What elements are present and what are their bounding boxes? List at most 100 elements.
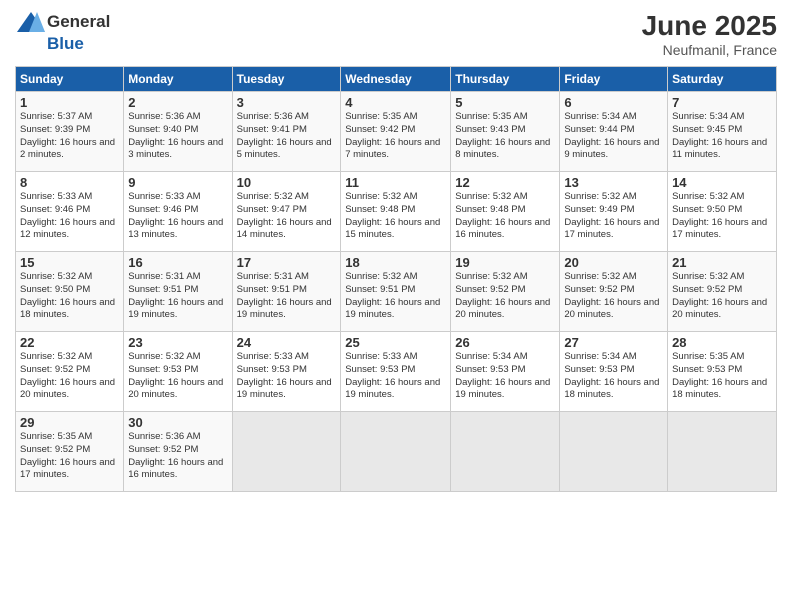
calendar-week-row: 8Sunrise: 5:33 AM Sunset: 9:46 PM Daylig… <box>16 172 777 252</box>
calendar-cell: 8Sunrise: 5:33 AM Sunset: 9:46 PM Daylig… <box>16 172 124 252</box>
weekday-header: Tuesday <box>232 67 341 92</box>
day-info: Sunrise: 5:31 AM Sunset: 9:51 PM Dayligh… <box>128 271 227 322</box>
day-info: Sunrise: 5:32 AM Sunset: 9:52 PM Dayligh… <box>20 351 119 402</box>
day-info: Sunrise: 5:35 AM Sunset: 9:42 PM Dayligh… <box>345 111 446 162</box>
day-number: 8 <box>20 175 119 190</box>
calendar-cell: 25Sunrise: 5:33 AM Sunset: 9:53 PM Dayli… <box>341 332 451 412</box>
calendar-cell: 22Sunrise: 5:32 AM Sunset: 9:52 PM Dayli… <box>16 332 124 412</box>
day-number: 30 <box>128 415 227 430</box>
calendar-week-row: 22Sunrise: 5:32 AM Sunset: 9:52 PM Dayli… <box>16 332 777 412</box>
calendar-cell: 10Sunrise: 5:32 AM Sunset: 9:47 PM Dayli… <box>232 172 341 252</box>
calendar-cell: 23Sunrise: 5:32 AM Sunset: 9:53 PM Dayli… <box>124 332 232 412</box>
weekday-header: Thursday <box>451 67 560 92</box>
day-number: 6 <box>564 95 663 110</box>
calendar-cell: 6Sunrise: 5:34 AM Sunset: 9:44 PM Daylig… <box>560 92 668 172</box>
calendar-body: 1Sunrise: 5:37 AM Sunset: 9:39 PM Daylig… <box>16 92 777 492</box>
calendar-cell: 5Sunrise: 5:35 AM Sunset: 9:43 PM Daylig… <box>451 92 560 172</box>
title-area: June 2025 Neufmanil, France <box>642 10 777 58</box>
weekday-header: Friday <box>560 67 668 92</box>
day-info: Sunrise: 5:33 AM Sunset: 9:53 PM Dayligh… <box>345 351 446 402</box>
day-info: Sunrise: 5:36 AM Sunset: 9:52 PM Dayligh… <box>128 431 227 482</box>
day-number: 29 <box>20 415 119 430</box>
month-title: June 2025 <box>642 10 777 42</box>
calendar-cell: 28Sunrise: 5:35 AM Sunset: 9:53 PM Dayli… <box>668 332 777 412</box>
calendar-week-row: 29Sunrise: 5:35 AM Sunset: 9:52 PM Dayli… <box>16 412 777 492</box>
calendar-cell: 21Sunrise: 5:32 AM Sunset: 9:52 PM Dayli… <box>668 252 777 332</box>
day-info: Sunrise: 5:32 AM Sunset: 9:49 PM Dayligh… <box>564 191 663 242</box>
day-number: 4 <box>345 95 446 110</box>
calendar-cell: 30Sunrise: 5:36 AM Sunset: 9:52 PM Dayli… <box>124 412 232 492</box>
location: Neufmanil, France <box>642 42 777 58</box>
calendar-cell: 1Sunrise: 5:37 AM Sunset: 9:39 PM Daylig… <box>16 92 124 172</box>
day-number: 3 <box>237 95 337 110</box>
logo-general: General <box>47 12 110 32</box>
calendar-cell: 7Sunrise: 5:34 AM Sunset: 9:45 PM Daylig… <box>668 92 777 172</box>
calendar-cell <box>341 412 451 492</box>
calendar-week-row: 1Sunrise: 5:37 AM Sunset: 9:39 PM Daylig… <box>16 92 777 172</box>
day-info: Sunrise: 5:32 AM Sunset: 9:51 PM Dayligh… <box>345 271 446 322</box>
day-number: 2 <box>128 95 227 110</box>
weekday-row: SundayMondayTuesdayWednesdayThursdayFrid… <box>16 67 777 92</box>
calendar-cell: 17Sunrise: 5:31 AM Sunset: 9:51 PM Dayli… <box>232 252 341 332</box>
day-info: Sunrise: 5:31 AM Sunset: 9:51 PM Dayligh… <box>237 271 337 322</box>
weekday-header: Saturday <box>668 67 777 92</box>
weekday-header: Monday <box>124 67 232 92</box>
calendar-week-row: 15Sunrise: 5:32 AM Sunset: 9:50 PM Dayli… <box>16 252 777 332</box>
calendar-cell: 12Sunrise: 5:32 AM Sunset: 9:48 PM Dayli… <box>451 172 560 252</box>
day-info: Sunrise: 5:33 AM Sunset: 9:46 PM Dayligh… <box>128 191 227 242</box>
calendar-cell: 4Sunrise: 5:35 AM Sunset: 9:42 PM Daylig… <box>341 92 451 172</box>
day-number: 10 <box>237 175 337 190</box>
day-number: 23 <box>128 335 227 350</box>
day-number: 24 <box>237 335 337 350</box>
day-info: Sunrise: 5:33 AM Sunset: 9:46 PM Dayligh… <box>20 191 119 242</box>
day-number: 27 <box>564 335 663 350</box>
day-number: 15 <box>20 255 119 270</box>
day-number: 11 <box>345 175 446 190</box>
calendar-header: SundayMondayTuesdayWednesdayThursdayFrid… <box>16 67 777 92</box>
page: General Blue June 2025 Neufmanil, France… <box>0 0 792 612</box>
day-info: Sunrise: 5:32 AM Sunset: 9:53 PM Dayligh… <box>128 351 227 402</box>
calendar-cell: 19Sunrise: 5:32 AM Sunset: 9:52 PM Dayli… <box>451 252 560 332</box>
day-number: 12 <box>455 175 555 190</box>
day-info: Sunrise: 5:36 AM Sunset: 9:40 PM Dayligh… <box>128 111 227 162</box>
day-info: Sunrise: 5:32 AM Sunset: 9:52 PM Dayligh… <box>564 271 663 322</box>
day-number: 20 <box>564 255 663 270</box>
day-number: 28 <box>672 335 772 350</box>
calendar-table: SundayMondayTuesdayWednesdayThursdayFrid… <box>15 66 777 492</box>
calendar-cell: 11Sunrise: 5:32 AM Sunset: 9:48 PM Dayli… <box>341 172 451 252</box>
day-number: 16 <box>128 255 227 270</box>
day-number: 1 <box>20 95 119 110</box>
logo: General Blue <box>15 10 110 54</box>
calendar-cell: 26Sunrise: 5:34 AM Sunset: 9:53 PM Dayli… <box>451 332 560 412</box>
calendar-cell: 20Sunrise: 5:32 AM Sunset: 9:52 PM Dayli… <box>560 252 668 332</box>
day-info: Sunrise: 5:32 AM Sunset: 9:52 PM Dayligh… <box>672 271 772 322</box>
day-number: 21 <box>672 255 772 270</box>
calendar-cell: 3Sunrise: 5:36 AM Sunset: 9:41 PM Daylig… <box>232 92 341 172</box>
day-info: Sunrise: 5:32 AM Sunset: 9:47 PM Dayligh… <box>237 191 337 242</box>
header: General Blue June 2025 Neufmanil, France <box>15 10 777 58</box>
logo-icon <box>15 10 47 34</box>
day-info: Sunrise: 5:37 AM Sunset: 9:39 PM Dayligh… <box>20 111 119 162</box>
day-number: 22 <box>20 335 119 350</box>
day-number: 7 <box>672 95 772 110</box>
day-number: 18 <box>345 255 446 270</box>
day-info: Sunrise: 5:32 AM Sunset: 9:50 PM Dayligh… <box>20 271 119 322</box>
day-info: Sunrise: 5:35 AM Sunset: 9:53 PM Dayligh… <box>672 351 772 402</box>
day-info: Sunrise: 5:32 AM Sunset: 9:48 PM Dayligh… <box>455 191 555 242</box>
day-number: 13 <box>564 175 663 190</box>
day-info: Sunrise: 5:34 AM Sunset: 9:53 PM Dayligh… <box>564 351 663 402</box>
day-info: Sunrise: 5:35 AM Sunset: 9:43 PM Dayligh… <box>455 111 555 162</box>
day-number: 25 <box>345 335 446 350</box>
calendar-cell: 29Sunrise: 5:35 AM Sunset: 9:52 PM Dayli… <box>16 412 124 492</box>
day-info: Sunrise: 5:35 AM Sunset: 9:52 PM Dayligh… <box>20 431 119 482</box>
calendar-cell: 13Sunrise: 5:32 AM Sunset: 9:49 PM Dayli… <box>560 172 668 252</box>
day-number: 19 <box>455 255 555 270</box>
calendar-cell: 16Sunrise: 5:31 AM Sunset: 9:51 PM Dayli… <box>124 252 232 332</box>
calendar-cell: 14Sunrise: 5:32 AM Sunset: 9:50 PM Dayli… <box>668 172 777 252</box>
calendar-cell: 9Sunrise: 5:33 AM Sunset: 9:46 PM Daylig… <box>124 172 232 252</box>
day-info: Sunrise: 5:34 AM Sunset: 9:45 PM Dayligh… <box>672 111 772 162</box>
day-number: 17 <box>237 255 337 270</box>
day-info: Sunrise: 5:32 AM Sunset: 9:52 PM Dayligh… <box>455 271 555 322</box>
day-info: Sunrise: 5:32 AM Sunset: 9:50 PM Dayligh… <box>672 191 772 242</box>
day-info: Sunrise: 5:33 AM Sunset: 9:53 PM Dayligh… <box>237 351 337 402</box>
